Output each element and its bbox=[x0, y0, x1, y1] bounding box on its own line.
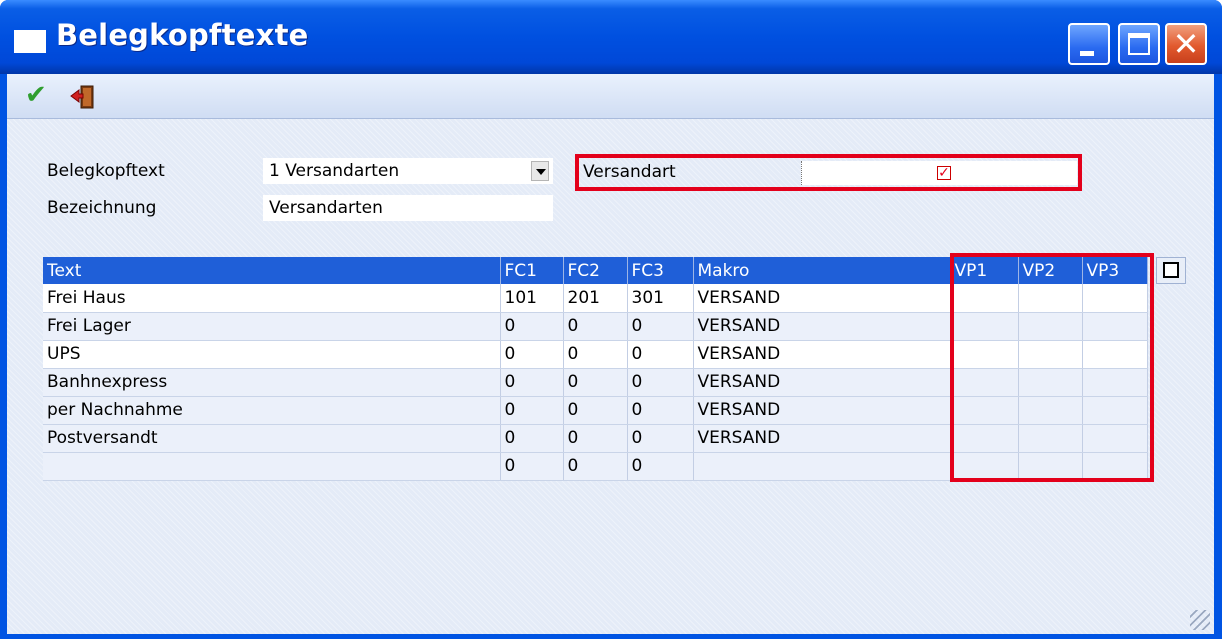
cell-fc2[interactable]: 0 bbox=[563, 424, 628, 453]
minimize-button[interactable] bbox=[1068, 23, 1110, 65]
column-header-fc2[interactable]: FC2 bbox=[563, 257, 628, 284]
cell-fc2[interactable]: 0 bbox=[563, 452, 628, 481]
cell-fc1[interactable]: 0 bbox=[500, 424, 564, 453]
cell-makro[interactable]: VERSAND bbox=[693, 396, 951, 425]
window-title: Belegkopftexte bbox=[56, 18, 309, 52]
cell-text[interactable]: Postversandt bbox=[43, 424, 501, 453]
close-button[interactable]: ✕ bbox=[1165, 23, 1207, 65]
cell-fc3[interactable]: 0 bbox=[627, 312, 694, 341]
column-header-fc3[interactable]: FC3 bbox=[627, 257, 694, 284]
cell-fc2[interactable]: 0 bbox=[563, 368, 628, 397]
cell-fc3[interactable]: 0 bbox=[627, 424, 694, 453]
cell-fc1[interactable]: 0 bbox=[500, 312, 564, 341]
cell-fc2[interactable]: 201 bbox=[563, 284, 628, 313]
cell-text[interactable]: Frei Lager bbox=[43, 312, 501, 341]
versandart-field[interactable]: ✓ bbox=[801, 161, 1077, 185]
toolbar: ✔ bbox=[7, 74, 1214, 119]
title-bar[interactable]: Belegkopftexte ✕ bbox=[0, 0, 1222, 74]
cell-fc2[interactable]: 0 bbox=[563, 340, 628, 369]
cell-fc3[interactable]: 0 bbox=[627, 368, 694, 397]
versandart-highlight: Versandart ✓ bbox=[575, 154, 1082, 191]
cell-fc1[interactable]: 0 bbox=[500, 340, 564, 369]
minimize-icon bbox=[1080, 51, 1094, 56]
versandart-checkbox[interactable]: ✓ bbox=[937, 166, 951, 180]
client-area: ✔ Belegkopftext 1 Versandarten Bezeichnu… bbox=[7, 74, 1214, 634]
window-icon[interactable] bbox=[14, 30, 46, 53]
cell-text[interactable]: Banhnexpress bbox=[43, 368, 501, 397]
cell-makro[interactable]: VERSAND bbox=[693, 340, 951, 369]
cell-makro[interactable]: VERSAND bbox=[693, 312, 951, 341]
vp-columns-highlight bbox=[950, 253, 1154, 482]
maximize-button[interactable] bbox=[1118, 23, 1160, 65]
exit-door-icon[interactable] bbox=[69, 84, 99, 110]
cell-makro[interactable]: VERSAND bbox=[693, 284, 951, 313]
cell-text[interactable]: per Nachnahme bbox=[43, 396, 501, 425]
cell-fc2[interactable]: 0 bbox=[563, 396, 628, 425]
bezeichnung-field[interactable]: Versandarten bbox=[263, 195, 553, 221]
cell-text[interactable]: UPS bbox=[43, 340, 501, 369]
cell-makro[interactable]: VERSAND bbox=[693, 368, 951, 397]
column-chooser-button[interactable] bbox=[1156, 257, 1186, 284]
cell-text[interactable] bbox=[43, 452, 501, 481]
cell-fc1[interactable]: 0 bbox=[500, 452, 564, 481]
checkmark-icon[interactable]: ✔ bbox=[25, 80, 47, 110]
cell-text[interactable]: Frei Haus bbox=[43, 284, 501, 313]
belegkopftext-dropdown[interactable]: 1 Versandarten bbox=[263, 158, 553, 184]
bezeichnung-label: Bezeichnung bbox=[47, 198, 157, 218]
cell-makro[interactable]: VERSAND bbox=[693, 424, 951, 453]
maximize-icon bbox=[1128, 33, 1150, 55]
app-window: Belegkopftexte ✕ ✔ Belegkopftext 1 Versa… bbox=[0, 0, 1222, 639]
cell-fc3[interactable]: 0 bbox=[627, 452, 694, 481]
belegkopftext-label: Belegkopftext bbox=[47, 161, 165, 181]
belegkopftext-value: 1 Versandarten bbox=[269, 161, 400, 181]
cell-fc3[interactable]: 0 bbox=[627, 340, 694, 369]
cell-fc2[interactable]: 0 bbox=[563, 312, 628, 341]
resize-grip-icon[interactable] bbox=[1190, 610, 1210, 630]
cell-fc3[interactable]: 0 bbox=[627, 396, 694, 425]
cell-fc1[interactable]: 101 bbox=[500, 284, 564, 313]
chevron-down-icon[interactable] bbox=[531, 161, 549, 181]
cell-makro[interactable] bbox=[693, 452, 951, 481]
column-header-fc1[interactable]: FC1 bbox=[500, 257, 564, 284]
cell-fc1[interactable]: 0 bbox=[500, 396, 564, 425]
column-header-text[interactable]: Text bbox=[43, 257, 501, 284]
cell-fc3[interactable]: 301 bbox=[627, 284, 694, 313]
versandart-label: Versandart bbox=[583, 162, 676, 182]
column-header-makro[interactable]: Makro bbox=[693, 257, 951, 284]
cell-fc1[interactable]: 0 bbox=[500, 368, 564, 397]
close-icon: ✕ bbox=[1172, 25, 1200, 63]
